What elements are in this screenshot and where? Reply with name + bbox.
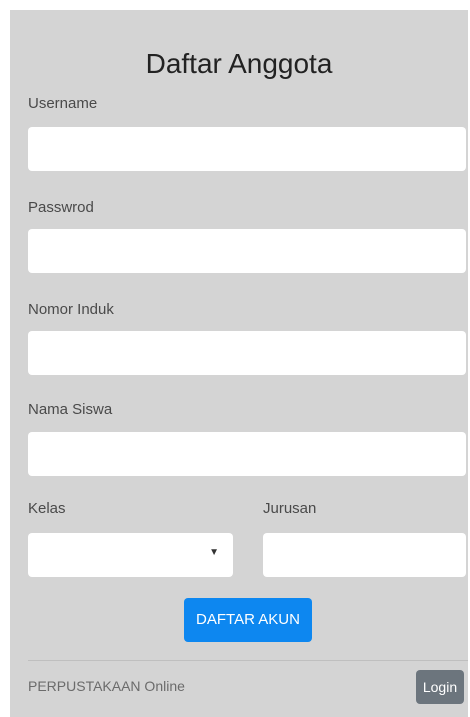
footer-brand: PERPUSTAKAAN Online [28,678,185,694]
kelas-select[interactable]: ▼ [28,533,233,577]
daftar-akun-button[interactable]: DAFTAR AKUN [184,598,312,642]
nomor-induk-input[interactable] [28,331,466,375]
nama-siswa-input[interactable] [28,432,466,476]
form-title: Daftar Anggota [145,48,333,79]
password-label: Passwrod [28,199,94,216]
footer-divider [28,660,468,661]
login-button[interactable]: Login [416,670,464,704]
username-label: Username [28,95,98,112]
username-input[interactable] [28,127,466,171]
password-input[interactable] [28,229,466,273]
jurusan-input[interactable] [263,533,466,577]
registration-card: Daftar Anggota Username Passwrod Nomor I… [10,10,468,717]
jurusan-label: Jurusan [263,500,317,517]
nomor-induk-label: Nomor Induk [28,301,114,318]
kelas-label: Kelas [28,500,66,517]
nama-siswa-label: Nama Siswa [28,401,113,418]
chevron-down-icon: ▼ [209,547,219,558]
